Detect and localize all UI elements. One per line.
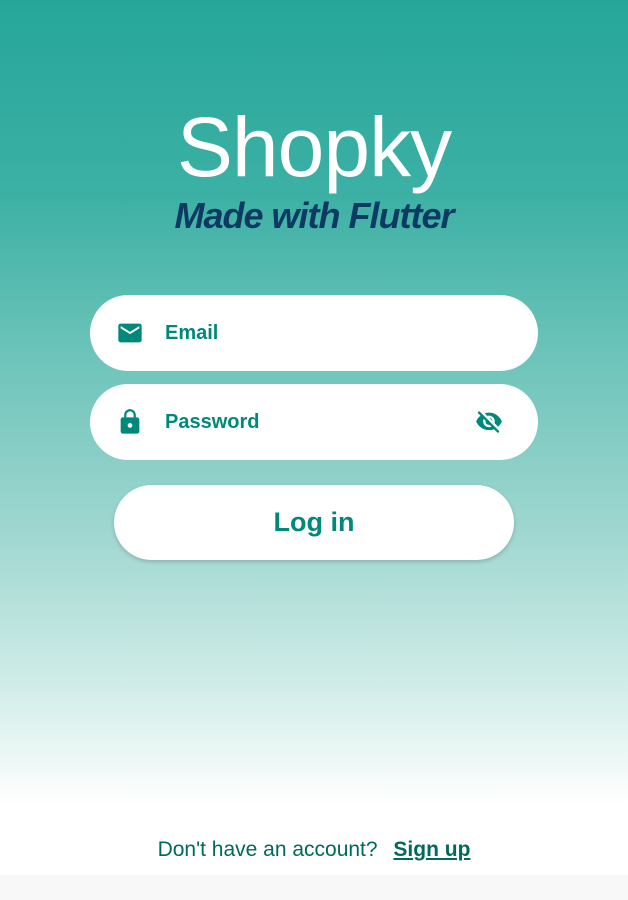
login-screen: Shopky Made with Flutter Log in Don't ha… bbox=[0, 0, 628, 875]
lock-icon bbox=[120, 409, 140, 434]
signup-prompt: Don't have an account? bbox=[157, 838, 378, 861]
app-subtitle: Made with Flutter bbox=[174, 195, 455, 236]
password-input[interactable] bbox=[165, 384, 465, 460]
signup-row: Don't have an account? Sign up bbox=[0, 836, 628, 864]
email-field-container[interactable] bbox=[90, 295, 538, 371]
app-title: Shopky bbox=[176, 100, 452, 194]
password-field-container[interactable] bbox=[90, 384, 538, 460]
email-icon bbox=[118, 323, 142, 343]
bottom-strip bbox=[0, 875, 628, 900]
email-input[interactable] bbox=[165, 295, 465, 371]
signup-link[interactable]: Sign up bbox=[393, 838, 470, 861]
login-button[interactable]: Log in bbox=[114, 485, 514, 560]
visibility-off-icon[interactable] bbox=[474, 408, 504, 436]
